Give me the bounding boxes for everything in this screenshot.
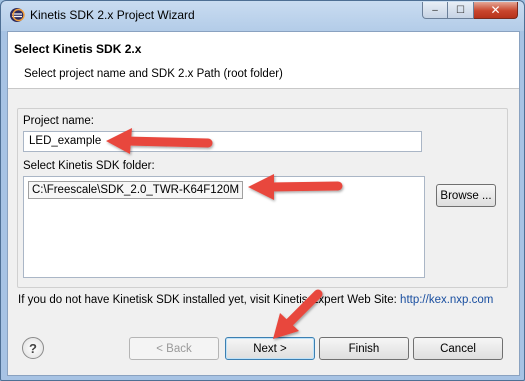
arrow-to-next-button: [273, 289, 323, 339]
arrow-shape-3: [273, 289, 323, 339]
